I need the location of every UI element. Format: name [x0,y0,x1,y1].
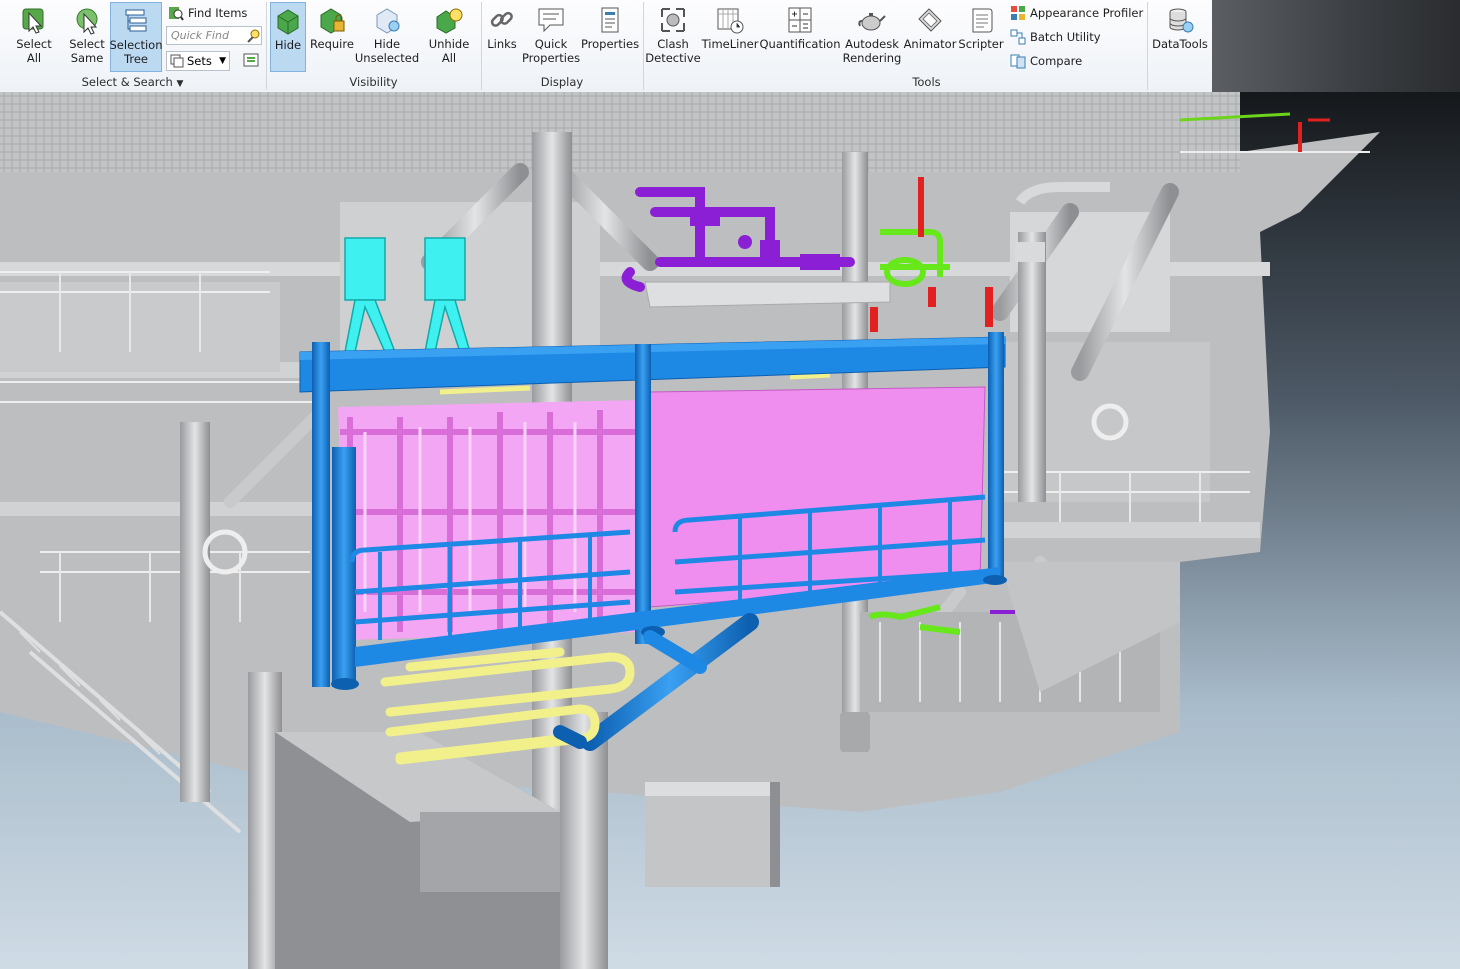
link-icon [486,4,518,36]
require-button[interactable]: Require [308,2,356,72]
batch-utility-button[interactable]: Batch Utility [1010,27,1101,47]
select-same-label-1: Select [69,37,105,51]
batch-utility-label: Batch Utility [1030,30,1101,44]
quick-properties-label-1: Quick [534,37,568,51]
hide-unselected-icon [371,4,403,36]
selection-tree-icon [120,5,152,37]
group-label-visibility: Visibility [349,75,398,89]
autodesk-rendering-label-2: Rendering [842,51,902,65]
clash-detective-icon [657,4,689,36]
group-label-display: Display [540,75,584,89]
compare-icon [1010,54,1026,69]
quick-properties-button[interactable]: Quick Properties [522,2,580,72]
manage-sets-icon[interactable] [242,52,262,70]
appearance-profiler-button[interactable]: Appearance Profiler [1010,3,1143,23]
require-icon [316,4,348,36]
selection-tree-label-1: Selection [109,38,163,52]
clash-detective-button[interactable]: Clash Detective [645,2,701,72]
animator-icon [914,4,946,36]
hide-unselected-label-1: Hide [373,37,401,51]
quick-find-icon[interactable] [245,28,263,44]
sets-dropdown[interactable]: Sets ▼ [166,51,230,71]
sets-label: Sets [187,54,212,68]
3d-model-scene [0,92,1460,969]
quantification-label: Quantification [759,37,841,51]
compare-button[interactable]: Compare [1010,51,1082,71]
chevron-down-icon: ▼ [176,79,184,89]
quantification-button[interactable]: Quantification [759,2,841,72]
properties-label: Properties [580,37,640,51]
hide-unselected-label-2: Unselected [354,51,420,65]
properties-button[interactable]: Properties [580,2,640,72]
select-all-button[interactable]: Select All [8,2,60,72]
properties-icon [594,4,626,36]
ribbon-background-dark [1212,0,1460,92]
datatools-button[interactable]: DataTools [1150,2,1210,72]
selection-tree-button[interactable]: Selection Tree [109,2,163,72]
selection-tree-label-2: Tree [124,52,148,66]
find-items-button[interactable]: Find Items [168,3,247,23]
autodesk-rendering-button[interactable]: Autodesk Rendering [842,2,902,72]
clash-detective-label-1: Clash [657,37,689,51]
unhide-all-icon [433,4,465,36]
select-all-label-1: Select [16,37,52,51]
chevron-down-icon: ▼ [219,56,226,66]
group-label-select-search[interactable]: Select & Search ▼ [0,74,265,90]
unhide-all-label-1: Unhide [428,37,470,51]
scripter-label: Scripter [958,37,1004,51]
autodesk-rendering-label-1: Autodesk [845,37,899,51]
timeliner-label: TimeLiner [701,37,759,51]
select-all-label-2: All [26,51,42,65]
datatools-label: DataTools [1152,37,1208,51]
quantification-icon [784,4,816,36]
scripter-icon [965,4,997,36]
timeliner-button[interactable]: TimeLiner [702,2,758,72]
select-same-icon [71,4,103,36]
unhide-all-label-2: All [441,51,457,65]
select-all-icon [18,4,50,36]
clash-detective-label-2: Detective [645,51,701,65]
group-divider [1147,2,1148,90]
unhide-all-button[interactable]: Unhide All [424,2,474,72]
database-icon [1164,4,1196,36]
select-same-button[interactable]: Select Same [62,2,112,72]
hide-icon [272,5,304,37]
animator-button[interactable]: Animator [904,2,956,72]
quick-properties-label-2: Properties [521,51,581,65]
links-button[interactable]: Links [484,2,520,72]
ribbon-toolbar: Select All Select Same Selection Tree Fi… [0,0,1212,93]
timeliner-icon [714,4,746,36]
compare-label: Compare [1030,54,1083,68]
appearance-profiler-label: Appearance Profiler [1030,6,1144,20]
group-label-tools: Tools [912,75,941,89]
sets-icon [170,54,184,68]
require-label: Require [310,37,354,51]
hide-label: Hide [274,38,302,52]
appearance-profiler-icon [1011,6,1025,20]
animator-label: Animator [903,37,957,51]
select-same-label-2: Same [70,51,104,65]
teapot-icon [856,4,888,36]
quick-properties-icon [535,4,567,36]
3d-viewport[interactable] [0,92,1460,969]
find-items-label: Find Items [188,6,248,20]
batch-utility-icon [1010,29,1026,45]
hide-button[interactable]: Hide [270,2,306,72]
links-label: Links [487,37,517,51]
hide-unselected-button[interactable]: Hide Unselected [354,2,420,72]
scripter-button[interactable]: Scripter [958,2,1004,72]
find-items-icon [169,7,184,21]
